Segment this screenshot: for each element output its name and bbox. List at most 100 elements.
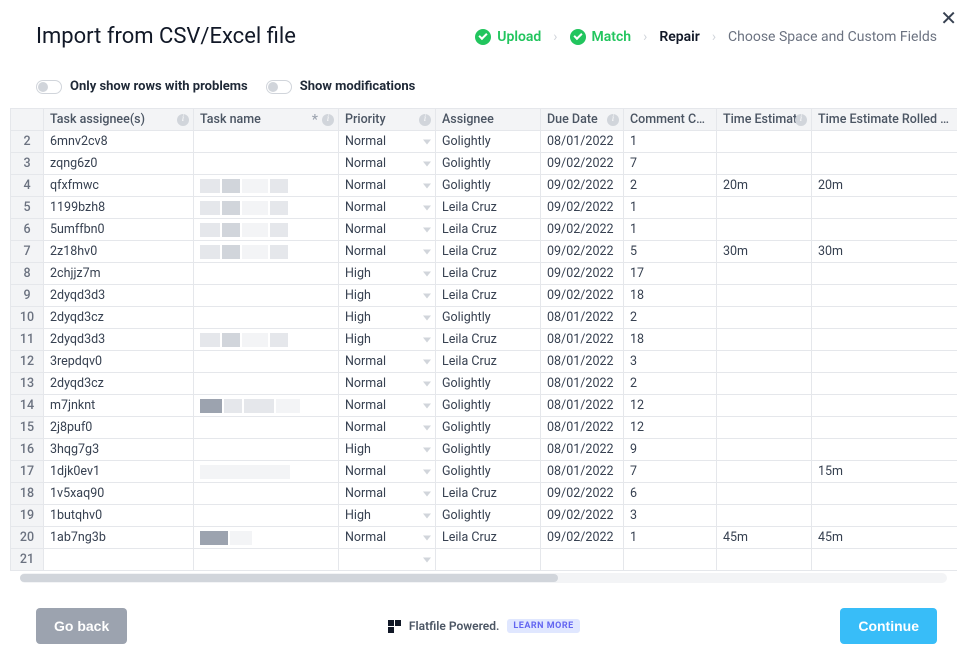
row-number[interactable]: 6 [11,219,44,241]
cell-time-rolled[interactable] [812,395,958,417]
cell-time-rolled[interactable] [812,219,958,241]
cell-task-name[interactable] [194,241,339,263]
dropdown-icon[interactable] [423,293,431,298]
cell-task-assignees[interactable]: zqng6z0 [44,153,194,175]
cell-priority[interactable]: Normal [339,197,436,219]
cell-assignee[interactable]: Leila Cruz [436,527,541,549]
cell-due-date[interactable]: 09/02/2022 [541,505,624,527]
cell-time-rolled[interactable]: 30m [812,241,958,263]
cell-task-name[interactable] [194,505,339,527]
cell-task-name[interactable] [194,263,339,285]
dropdown-icon[interactable] [423,381,431,386]
continue-button[interactable]: Continue [840,608,937,644]
cell-due-date[interactable]: 08/01/2022 [541,329,624,351]
cell-task-name[interactable] [194,175,339,197]
close-icon[interactable]: ✕ [940,6,957,30]
dropdown-icon[interactable] [423,337,431,342]
dropdown-icon[interactable] [423,447,431,452]
cell-due-date[interactable]: 08/01/2022 [541,131,624,153]
cell-time-estimate[interactable] [717,329,812,351]
cell-task-name[interactable] [194,395,339,417]
dropdown-icon[interactable] [423,359,431,364]
cell-assignee[interactable]: Golightly [436,307,541,329]
cell-priority[interactable]: Normal [339,527,436,549]
cell-comment-count[interactable]: 1 [624,197,717,219]
cell-task-assignees[interactable]: 2dyqd3d3 [44,285,194,307]
cell-time-rolled[interactable] [812,351,958,373]
cell-task-assignees[interactable]: 2z18hv0 [44,241,194,263]
cell-due-date[interactable]: 08/01/2022 [541,307,624,329]
table-row[interactable]: 72z18hv0NormalLeila Cruz09/02/2022530m30… [11,241,958,263]
cell-task-assignees[interactable] [44,549,194,571]
col-time-estimate[interactable]: Time Estimate [717,109,812,131]
cell-time-estimate[interactable] [717,351,812,373]
cell-due-date[interactable]: 09/02/2022 [541,285,624,307]
cell-time-rolled[interactable] [812,153,958,175]
cell-time-estimate[interactable] [717,439,812,461]
cell-time-estimate[interactable]: 30m [717,241,812,263]
cell-comment-count[interactable]: 18 [624,329,717,351]
table-row[interactable]: 201ab7ng3bNormalLeila Cruz09/02/2022145m… [11,527,958,549]
dropdown-icon[interactable] [423,249,431,254]
table-row[interactable]: 123repdqv0NormalLeila Cruz08/01/20223 [11,351,958,373]
cell-priority[interactable]: Normal [339,395,436,417]
dropdown-icon[interactable] [423,469,431,474]
cell-time-estimate[interactable]: 45m [717,527,812,549]
cell-task-name[interactable] [194,219,339,241]
info-icon[interactable] [607,114,619,126]
cell-priority[interactable]: Normal [339,461,436,483]
cell-comment-count[interactable] [624,549,717,571]
row-number[interactable]: 20 [11,527,44,549]
cell-assignee[interactable]: Golightly [436,373,541,395]
cell-task-name[interactable] [194,351,339,373]
cell-priority[interactable]: Normal [339,153,436,175]
cell-time-estimate[interactable] [717,219,812,241]
dropdown-icon[interactable] [423,513,431,518]
cell-comment-count[interactable]: 2 [624,307,717,329]
cell-assignee[interactable]: Golightly [436,175,541,197]
row-number[interactable]: 8 [11,263,44,285]
cell-task-assignees[interactable]: 2dyqd3d3 [44,329,194,351]
cell-due-date[interactable]: 09/02/2022 [541,219,624,241]
cell-task-assignees[interactable]: 3hqg7g3 [44,439,194,461]
cell-time-estimate[interactable] [717,417,812,439]
table-row[interactable]: 132dyqd3czNormalGolightly08/01/20222 [11,373,958,395]
cell-priority[interactable]: Normal [339,241,436,263]
cell-task-assignees[interactable]: 1199bzh8 [44,197,194,219]
cell-assignee[interactable]: Golightly [436,131,541,153]
cell-comment-count[interactable]: 1 [624,219,717,241]
table-row[interactable]: 163hqg7g3HighGolightly08/01/20229 [11,439,958,461]
cell-comment-count[interactable]: 9 [624,439,717,461]
cell-time-rolled[interactable] [812,263,958,285]
cell-assignee[interactable] [436,549,541,571]
cell-comment-count[interactable]: 12 [624,395,717,417]
col-task-assignees[interactable]: Task assignee(s) [44,109,194,131]
cell-comment-count[interactable]: 2 [624,175,717,197]
dropdown-icon[interactable] [423,161,431,166]
cell-task-assignees[interactable]: 2dyqd3cz [44,307,194,329]
row-number[interactable]: 4 [11,175,44,197]
cell-task-assignees[interactable]: 6mnv2cv8 [44,131,194,153]
toggle-modifications[interactable]: Show modifications [266,79,416,94]
scrollbar-thumb[interactable] [20,574,558,582]
info-icon[interactable] [419,114,431,126]
cell-time-rolled[interactable] [812,329,958,351]
cell-assignee[interactable]: Leila Cruz [436,197,541,219]
cell-task-name[interactable] [194,153,339,175]
cell-comment-count[interactable]: 7 [624,153,717,175]
cell-task-assignees[interactable]: 5umffbn0 [44,219,194,241]
cell-time-estimate[interactable] [717,461,812,483]
cell-due-date[interactable]: 09/02/2022 [541,197,624,219]
cell-task-name[interactable] [194,197,339,219]
cell-time-rolled[interactable] [812,131,958,153]
cell-task-name[interactable] [194,461,339,483]
go-back-button[interactable]: Go back [36,608,127,644]
row-number[interactable]: 9 [11,285,44,307]
info-icon[interactable] [322,114,334,126]
cell-time-estimate[interactable] [717,263,812,285]
cell-comment-count[interactable]: 3 [624,505,717,527]
cell-due-date[interactable]: 08/01/2022 [541,417,624,439]
cell-time-rolled[interactable] [812,439,958,461]
cell-task-name[interactable] [194,131,339,153]
cell-assignee[interactable]: Leila Cruz [436,219,541,241]
